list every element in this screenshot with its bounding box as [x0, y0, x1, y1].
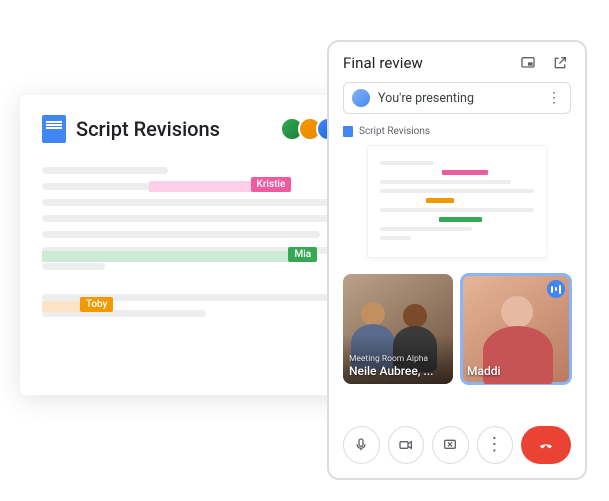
docs-header: Script Revisions + — [42, 115, 358, 143]
highlight — [426, 198, 454, 203]
meet-header: Final review — [343, 54, 571, 72]
docs-title: Script Revisions — [76, 117, 276, 141]
highlight-mia — [42, 251, 288, 262]
doc-line — [380, 236, 411, 240]
preview-card — [367, 145, 547, 258]
highlight-toby — [42, 301, 80, 312]
doc-line — [42, 231, 320, 238]
shared-content-preview[interactable]: Script Revisions — [343, 126, 571, 258]
highlight-kristie — [149, 181, 250, 192]
more-icon: ⋮ — [485, 443, 504, 447]
video-tiles: Meeting Room Alpha Neile Aubree, ... Mad… — [343, 274, 571, 384]
cursor-tag-mia: Mia — [288, 247, 317, 262]
docs-icon — [42, 115, 66, 143]
doc-line — [42, 167, 168, 174]
video-tile[interactable]: Meeting Room Alpha Neile Aubree, ... — [343, 274, 453, 384]
video-tile-active[interactable]: Maddi — [461, 274, 571, 384]
doc-line — [380, 189, 534, 193]
docs-body: Kristie Mia Toby — [42, 167, 358, 317]
highlight — [442, 170, 488, 175]
tile-names: Maddi — [467, 364, 501, 378]
cursor-tag-toby: Toby — [80, 297, 114, 312]
stop-share-button[interactable] — [432, 426, 469, 464]
presenting-chip[interactable]: You're presenting ⋮ — [343, 82, 571, 114]
more-button[interactable]: ⋮ — [477, 426, 514, 464]
cursor-tag-kristie: Kristie — [251, 177, 292, 192]
presenting-text: You're presenting — [378, 91, 539, 106]
mic-button[interactable] — [343, 426, 380, 464]
meet-panel: Final review You're presenting ⋮ Script … — [327, 40, 587, 480]
doc-line — [42, 199, 358, 206]
highlight — [439, 217, 482, 222]
doc-line — [380, 208, 534, 212]
meet-title: Final review — [343, 54, 507, 72]
pip-icon[interactable] — [517, 54, 539, 72]
presenter-avatar — [352, 89, 370, 107]
hangup-button[interactable] — [521, 426, 571, 464]
more-icon[interactable]: ⋮ — [547, 96, 562, 100]
camera-button[interactable] — [388, 426, 425, 464]
speaking-icon — [547, 280, 565, 298]
docs-window: Script Revisions + Kristie Mia Toby — [20, 95, 380, 395]
tile-names: Neile Aubree, ... — [349, 364, 433, 378]
doc-line — [42, 263, 105, 270]
meet-controls: ⋮ — [343, 426, 571, 464]
preview-title: Script Revisions — [359, 126, 430, 137]
doc-line — [380, 227, 472, 231]
doc-line — [380, 161, 434, 165]
doc-line — [42, 215, 358, 222]
docs-icon — [343, 126, 353, 137]
doc-line — [380, 180, 511, 184]
tile-room: Meeting Room Alpha — [349, 354, 433, 364]
popout-icon[interactable] — [549, 54, 571, 72]
